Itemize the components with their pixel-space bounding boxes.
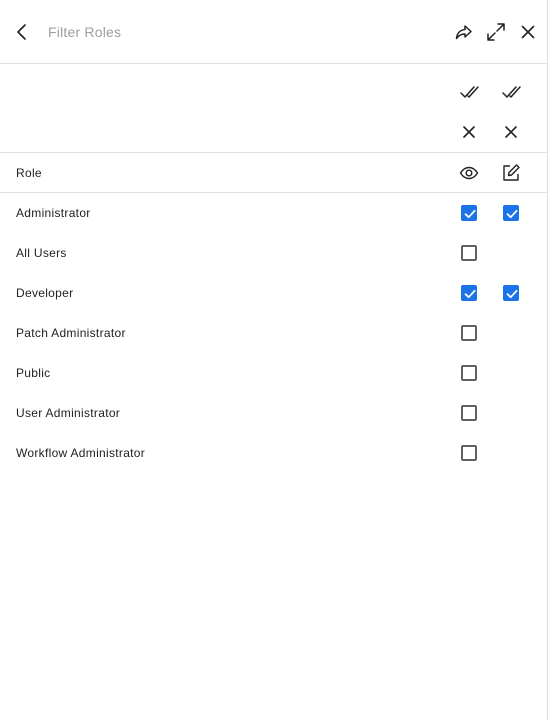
role-name: Administrator	[16, 206, 91, 220]
table-row: Public	[0, 353, 548, 393]
column-header: Role	[0, 153, 548, 193]
clear-all-read-button[interactable]	[457, 120, 481, 144]
table-row: Workflow Administrator	[0, 433, 548, 473]
filter-roles-panel: Filter Roles Role Administrator All User…	[0, 0, 548, 720]
panel-header: Filter Roles	[0, 0, 548, 64]
role-name: All Users	[16, 246, 67, 260]
clear-all-write-button[interactable]	[499, 120, 523, 144]
read-checkbox[interactable]	[461, 325, 477, 341]
clear-all-icon	[463, 126, 475, 138]
select-all-icon	[502, 86, 521, 98]
edit-icon	[503, 164, 520, 181]
role-name: Developer	[16, 286, 74, 300]
select-all-write-button[interactable]	[499, 81, 523, 105]
table-row: Developer	[0, 273, 548, 313]
page-title: Filter Roles	[48, 24, 122, 40]
read-checkbox[interactable]	[461, 405, 477, 421]
select-all-read-button[interactable]	[457, 81, 481, 105]
expand-icon	[487, 23, 505, 41]
bulk-actions	[0, 64, 548, 153]
role-list: Administrator All Users Developer Patch …	[0, 193, 548, 473]
table-row: All Users	[0, 233, 548, 273]
check-icon	[464, 209, 476, 219]
back-button[interactable]	[10, 20, 34, 44]
role-column-label: Role	[16, 166, 42, 180]
select-all-icon	[460, 86, 479, 98]
role-name: Patch Administrator	[16, 326, 126, 340]
read-checkbox[interactable]	[461, 205, 477, 221]
table-row: User Administrator	[0, 393, 548, 433]
share-button[interactable]	[452, 20, 476, 44]
table-row: Patch Administrator	[0, 313, 548, 353]
read-checkbox[interactable]	[461, 285, 477, 301]
role-name: Public	[16, 366, 51, 380]
read-checkbox[interactable]	[461, 365, 477, 381]
clear-all-icon	[505, 126, 517, 138]
write-checkbox[interactable]	[503, 285, 519, 301]
role-name: User Administrator	[16, 406, 121, 420]
check-icon	[506, 209, 518, 219]
expand-button[interactable]	[484, 20, 508, 44]
close-button[interactable]	[516, 20, 540, 44]
read-checkbox[interactable]	[461, 245, 477, 261]
check-icon	[506, 289, 518, 299]
write-column-header	[499, 161, 523, 185]
check-icon	[464, 289, 476, 299]
close-icon	[521, 25, 535, 39]
table-row: Administrator	[0, 193, 548, 233]
chevron-left-icon	[17, 24, 26, 40]
share-icon	[455, 25, 472, 40]
read-column-header	[457, 161, 481, 185]
write-checkbox[interactable]	[503, 205, 519, 221]
role-name: Workflow Administrator	[16, 446, 146, 460]
read-checkbox[interactable]	[461, 445, 477, 461]
eye-icon	[459, 166, 479, 180]
